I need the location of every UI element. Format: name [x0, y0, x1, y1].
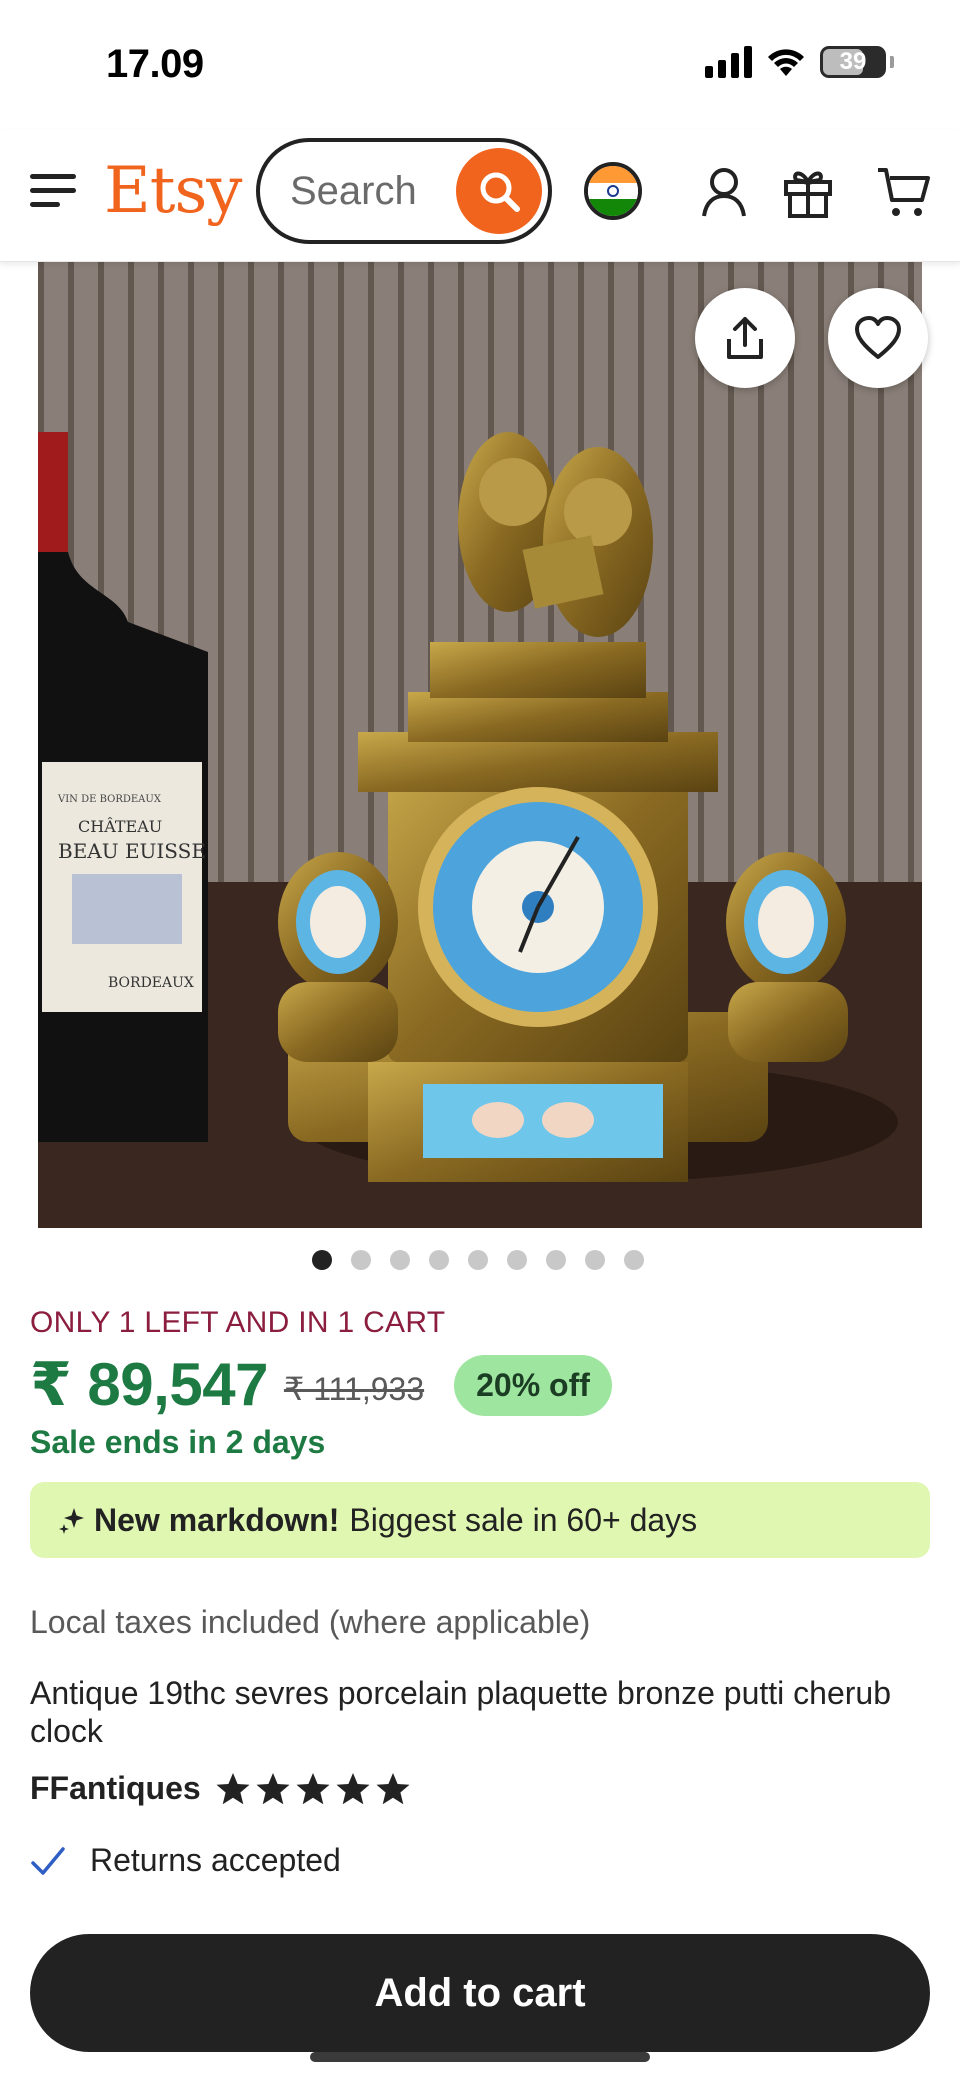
markdown-label: New markdown!	[94, 1501, 340, 1538]
clock-photo: VIN DE BORDEAUX CHÂTEAU BEAU EUISSE BORD…	[38, 262, 922, 1228]
status-icons: 39	[705, 46, 894, 78]
pager-dot[interactable]	[585, 1250, 605, 1270]
menu-icon[interactable]	[30, 170, 76, 210]
pager-dot[interactable]	[507, 1250, 527, 1270]
status-time: 17.09	[106, 42, 204, 86]
shop-row: FFantiques	[30, 1770, 411, 1807]
etsy-logo[interactable]: Etsy	[104, 154, 242, 228]
battery-icon: 39	[820, 46, 886, 78]
star-icon	[376, 1772, 410, 1804]
discount-badge: 20% off	[454, 1354, 612, 1416]
bottle-label-line-2: CHÂTEAU	[78, 816, 162, 836]
price-row: ₹ 89,547 ₹ 111,933 20% off	[30, 1350, 612, 1420]
cellular-signal-icon	[705, 46, 752, 78]
pager-dot[interactable]	[429, 1250, 449, 1270]
star-rating[interactable]	[215, 1772, 411, 1806]
taxes-note: Local taxes included (where applicable)	[30, 1604, 591, 1640]
search-bar	[256, 138, 552, 244]
returns-text: Returns accepted	[90, 1842, 341, 1878]
search-input[interactable]	[290, 168, 450, 214]
heart-icon	[855, 316, 901, 359]
pager-dot[interactable]	[468, 1250, 488, 1270]
product-title: Antique 19thc sevres porcelain plaquette…	[30, 1675, 891, 1749]
search-icon	[480, 172, 520, 212]
bottle-label-line-4: BORDEAUX	[108, 975, 194, 991]
share-icon	[727, 317, 763, 359]
search-button[interactable]	[456, 148, 542, 234]
sale-price: ₹ 89,547	[30, 1351, 268, 1418]
pager-dot[interactable]	[390, 1250, 410, 1270]
add-to-cart-button[interactable]: Add to cart	[30, 1934, 930, 2052]
sparkle-icon	[59, 1508, 84, 1534]
battery-level: 39	[839, 48, 867, 75]
pager-dot[interactable]	[312, 1250, 332, 1270]
favorite-button[interactable]	[828, 288, 928, 388]
markdown-detail: Biggest sale in 60+ days	[349, 1501, 698, 1538]
star-icon	[216, 1772, 250, 1804]
pager-dot[interactable]	[351, 1250, 371, 1270]
original-price: ₹ 111,933	[283, 1371, 425, 1407]
india-flag-icon[interactable]	[584, 162, 642, 220]
image-pager	[0, 1250, 960, 1270]
pager-dot[interactable]	[546, 1250, 566, 1270]
product-image[interactable]: VIN DE BORDEAUX CHÂTEAU BEAU EUISSE BORD…	[38, 262, 922, 1228]
shop-name-link[interactable]: FFantiques	[30, 1770, 201, 1807]
pager-dot[interactable]	[624, 1250, 644, 1270]
status-bar: 17.09 39	[0, 0, 960, 130]
account-icon[interactable]	[696, 164, 752, 220]
star-icon	[296, 1772, 330, 1804]
home-indicator	[310, 2052, 650, 2062]
bottle-label-line-3: BEAU EUISSE	[58, 839, 206, 863]
share-button[interactable]	[695, 288, 795, 388]
star-icon	[336, 1772, 370, 1804]
checkmark-icon	[31, 1846, 65, 1875]
stock-notice: ONLY 1 LEFT AND IN 1 CART	[30, 1306, 446, 1339]
wifi-icon	[768, 49, 804, 76]
star-icon	[256, 1772, 290, 1804]
etsy-header: Etsy	[0, 130, 960, 262]
returns-row: Returns accepted	[30, 1842, 341, 1879]
sale-ends-text: Sale ends in 2 days	[30, 1424, 326, 1460]
cart-icon[interactable]	[876, 164, 932, 220]
bottle-label-line-1: VIN DE BORDEAUX	[57, 794, 162, 805]
gift-icon[interactable]	[780, 164, 836, 220]
markdown-banner: New markdown! Biggest sale in 60+ days	[30, 1482, 930, 1558]
